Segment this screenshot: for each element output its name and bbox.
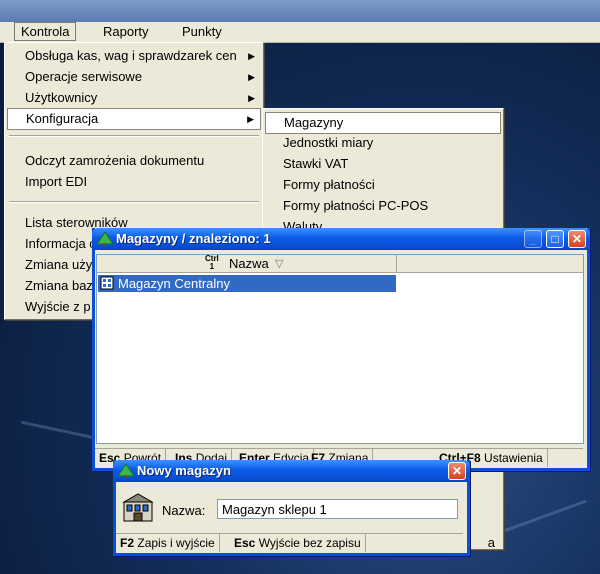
- menu-item-uzytkownicy[interactable]: Użytkownicy ▶: [7, 88, 261, 108]
- menu-item-formy-platnosci[interactable]: Formy płatności: [265, 175, 501, 195]
- minimize-button[interactable]: _: [524, 230, 542, 248]
- nowy-magazyn-window: Nowy magazyn ✕ Nazwa: Magazyn sklepu 1 F…: [113, 460, 470, 556]
- maximize-button[interactable]: □: [546, 230, 564, 248]
- menu-punkty[interactable]: Punkty: [176, 23, 228, 40]
- menu-separator: [9, 201, 259, 203]
- menu-item-magazyny[interactable]: Magazyny: [265, 112, 501, 134]
- column-header-nazwa[interactable]: Ctrl 1 Nazwa ▽: [97, 255, 397, 273]
- status-esc[interactable]: Esc Wyjście bez zapisu: [230, 534, 366, 552]
- submenu-arrow-icon: ▶: [247, 114, 254, 124]
- ctrl-hint: Ctrl 1: [205, 254, 219, 271]
- menu-item-partial[interactable]: a: [488, 533, 495, 553]
- menu-separator: [9, 135, 259, 137]
- menu-item-stawki-vat[interactable]: Stawki VAT: [265, 154, 501, 174]
- nowy-magazyn-statusbar: F2 Zapis i wyjście Esc Wyjście bez zapis…: [116, 533, 463, 552]
- menu-kontrola[interactable]: Kontrola: [14, 22, 77, 41]
- app-tree-icon: [96, 231, 114, 249]
- menu-item-formy-platnosci-pcpos[interactable]: Formy płatności PC-POS: [265, 196, 501, 216]
- nazwa-input[interactable]: Magazyn sklepu 1: [217, 499, 458, 519]
- app-tree-icon: [117, 463, 135, 481]
- warehouse-icon: [100, 276, 114, 294]
- nowy-magazyn-title: Nowy magazyn: [137, 463, 231, 478]
- menu-item-import-edi[interactable]: Import EDI: [7, 172, 261, 192]
- magazyny-titlebar[interactable]: Magazyny / znaleziono: 1 _ □ ✕: [92, 228, 590, 250]
- submenu-arrow-icon: ▶: [248, 93, 255, 103]
- column-header-empty: [397, 255, 583, 273]
- nazwa-label: Nazwa:: [162, 503, 206, 518]
- desktop-top-band: [0, 0, 600, 22]
- menu-raporty[interactable]: Raporty: [97, 23, 155, 40]
- sort-down-icon: ▽: [275, 258, 284, 270]
- list-item-name: Magazyn Centralny: [118, 276, 230, 291]
- menu-item-odczyt-zamrozenia[interactable]: Odczyt zamrożenia dokumentu: [7, 151, 261, 171]
- column-header-label: Nazwa: [229, 256, 269, 271]
- close-button[interactable]: ✕: [448, 462, 466, 480]
- menu-item-jednostki-miary[interactable]: Jednostki miary: [265, 133, 501, 153]
- list-item[interactable]: Magazyn Centralny: [98, 275, 396, 292]
- menu-item-operacje-serwisowe[interactable]: Operacje serwisowe ▶: [7, 67, 261, 87]
- close-button[interactable]: ✕: [568, 230, 586, 248]
- magazyny-window: Magazyny / znaleziono: 1 _ □ ✕ Ctrl 1 Naz…: [92, 228, 590, 471]
- warehouse-building-icon: [122, 492, 154, 525]
- magazyny-title: Magazyny / znaleziono: 1: [116, 231, 271, 246]
- nowy-magazyn-titlebar[interactable]: Nowy magazyn ✕: [113, 460, 470, 482]
- app-menubar: Kontrola Raporty Punkty: [0, 22, 600, 43]
- menu-item-konfiguracja[interactable]: Konfiguracja ▶: [7, 108, 261, 130]
- menu-item-obsluga-kas[interactable]: Obsługa kas, wag i sprawdzarek cen ▶: [7, 46, 261, 66]
- submenu-arrow-icon: ▶: [248, 51, 255, 61]
- submenu-arrow-icon: ▶: [248, 72, 255, 82]
- status-f2[interactable]: F2 Zapis i wyjście: [116, 534, 220, 552]
- magazyny-list[interactable]: Ctrl 1 Nazwa ▽ Magazyn Centralny: [96, 254, 584, 444]
